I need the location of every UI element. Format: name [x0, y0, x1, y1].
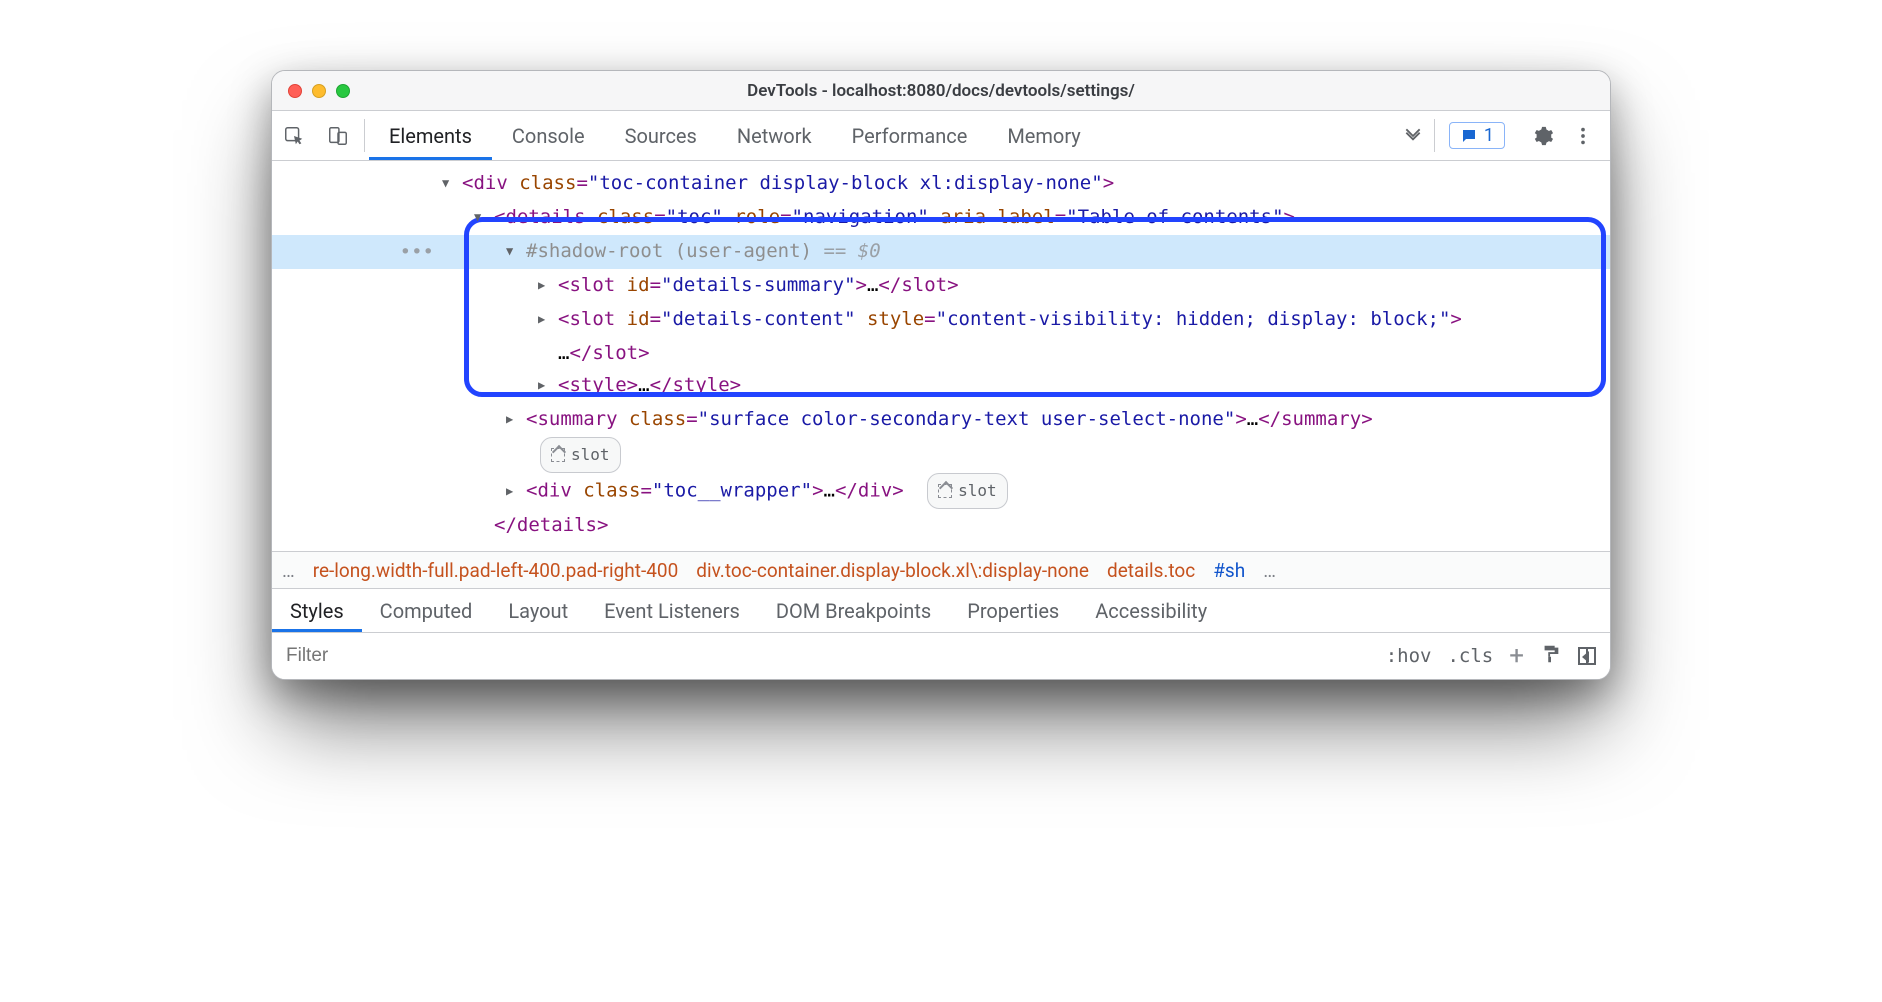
- reveal-icon: [938, 484, 952, 498]
- elements-dom-tree[interactable]: <div class="toc-container display-block …: [272, 161, 1610, 551]
- breadcrumb-item[interactable]: details.toc: [1107, 559, 1195, 582]
- window-title: DevTools - localhost:8080/docs/devtools/…: [272, 81, 1610, 101]
- dom-node[interactable]: <style>…</style>: [272, 369, 1610, 403]
- separator: [1434, 119, 1435, 152]
- dom-node[interactable]: <summary class="surface color-secondary-…: [272, 403, 1610, 437]
- toggle-hover-button[interactable]: :hov: [1386, 645, 1432, 667]
- new-style-rule-icon[interactable]: +: [1509, 643, 1524, 669]
- toolbar-right: 1: [1439, 111, 1610, 160]
- subtab-properties[interactable]: Properties: [949, 589, 1077, 632]
- breadcrumb-item[interactable]: re-long.width-full.pad-left-400.pad-righ…: [313, 559, 679, 582]
- close-window-button[interactable]: [288, 84, 302, 98]
- tab-memory[interactable]: Memory: [987, 111, 1100, 160]
- subtab-event-listeners[interactable]: Event Listeners: [586, 589, 758, 632]
- tab-sources[interactable]: Sources: [605, 111, 717, 160]
- subtab-styles[interactable]: Styles: [272, 589, 362, 632]
- tab-performance[interactable]: Performance: [832, 111, 988, 160]
- toggle-computed-panel-icon[interactable]: [1578, 647, 1596, 665]
- tab-network[interactable]: Network: [717, 111, 832, 160]
- panel-tabs: Elements Console Sources Network Perform…: [369, 111, 1396, 160]
- dom-node[interactable]: <div class="toc-container display-block …: [272, 167, 1610, 201]
- toggle-classes-button[interactable]: .cls: [1447, 645, 1493, 667]
- tab-elements[interactable]: Elements: [369, 111, 492, 160]
- dom-node[interactable]: <div class="toc__wrapper">…</div> slot: [272, 473, 1610, 509]
- dom-node[interactable]: </details>: [272, 509, 1610, 541]
- breadcrumb-ellipsis[interactable]: …: [1263, 559, 1276, 582]
- tab-console[interactable]: Console: [492, 111, 605, 160]
- device-toolbar-icon[interactable]: [316, 111, 360, 160]
- reveal-slot-chip[interactable]: slot: [927, 473, 1008, 509]
- paint-format-icon[interactable]: [1540, 643, 1562, 670]
- window-controls: [272, 84, 350, 98]
- dom-node-continuation[interactable]: …</slot>: [272, 337, 1610, 369]
- styles-filter-bar: :hov .cls +: [272, 633, 1610, 679]
- dom-node-selected[interactable]: ••• #shadow-root (user-agent) == $0: [272, 235, 1610, 269]
- issues-count: 1: [1484, 125, 1494, 146]
- reveal-slot-chip[interactable]: slot: [540, 437, 621, 473]
- styles-pane-tabs: Styles Computed Layout Event Listeners D…: [272, 589, 1610, 633]
- subtab-accessibility[interactable]: Accessibility: [1077, 589, 1225, 632]
- subtab-computed[interactable]: Computed: [362, 589, 491, 632]
- shadow-root-label: #shadow-root (user-agent): [526, 240, 812, 262]
- inspect-element-icon[interactable]: [272, 111, 316, 160]
- dom-node[interactable]: <slot id="details-content" style="conten…: [272, 303, 1610, 337]
- reveal-icon: [551, 448, 565, 462]
- styles-filter-input[interactable]: [272, 645, 1372, 667]
- breadcrumb-item[interactable]: div.toc-container.display-block.xl\:disp…: [696, 559, 1089, 582]
- gutter-ellipsis[interactable]: •••: [272, 236, 442, 268]
- devtools-window: DevTools - localhost:8080/docs/devtools/…: [271, 70, 1611, 680]
- settings-icon[interactable]: [1526, 119, 1560, 153]
- minimize-window-button[interactable]: [312, 84, 326, 98]
- titlebar: DevTools - localhost:8080/docs/devtools/…: [272, 71, 1610, 111]
- separator: [364, 119, 365, 152]
- zoom-window-button[interactable]: [336, 84, 350, 98]
- dom-node[interactable]: <details class="toc" role="navigation" a…: [272, 201, 1610, 235]
- main-toolbar: Elements Console Sources Network Perform…: [272, 111, 1610, 161]
- dom-node[interactable]: <slot id="details-summary">…</slot>: [272, 269, 1610, 303]
- subtab-layout[interactable]: Layout: [490, 589, 586, 632]
- kebab-menu-icon[interactable]: [1566, 119, 1600, 153]
- breadcrumb-item[interactable]: #sh: [1213, 559, 1245, 582]
- issues-badge[interactable]: 1: [1449, 122, 1505, 149]
- dom-node-badge[interactable]: slot: [272, 437, 1610, 473]
- eq-dollar-zero: == $0: [823, 240, 880, 262]
- dom-breadcrumbs[interactable]: … re-long.width-full.pad-left-400.pad-ri…: [272, 551, 1610, 589]
- subtab-dom-breakpoints[interactable]: DOM Breakpoints: [758, 589, 949, 632]
- more-tabs-icon[interactable]: [1396, 111, 1430, 160]
- breadcrumb-ellipsis[interactable]: …: [282, 559, 295, 582]
